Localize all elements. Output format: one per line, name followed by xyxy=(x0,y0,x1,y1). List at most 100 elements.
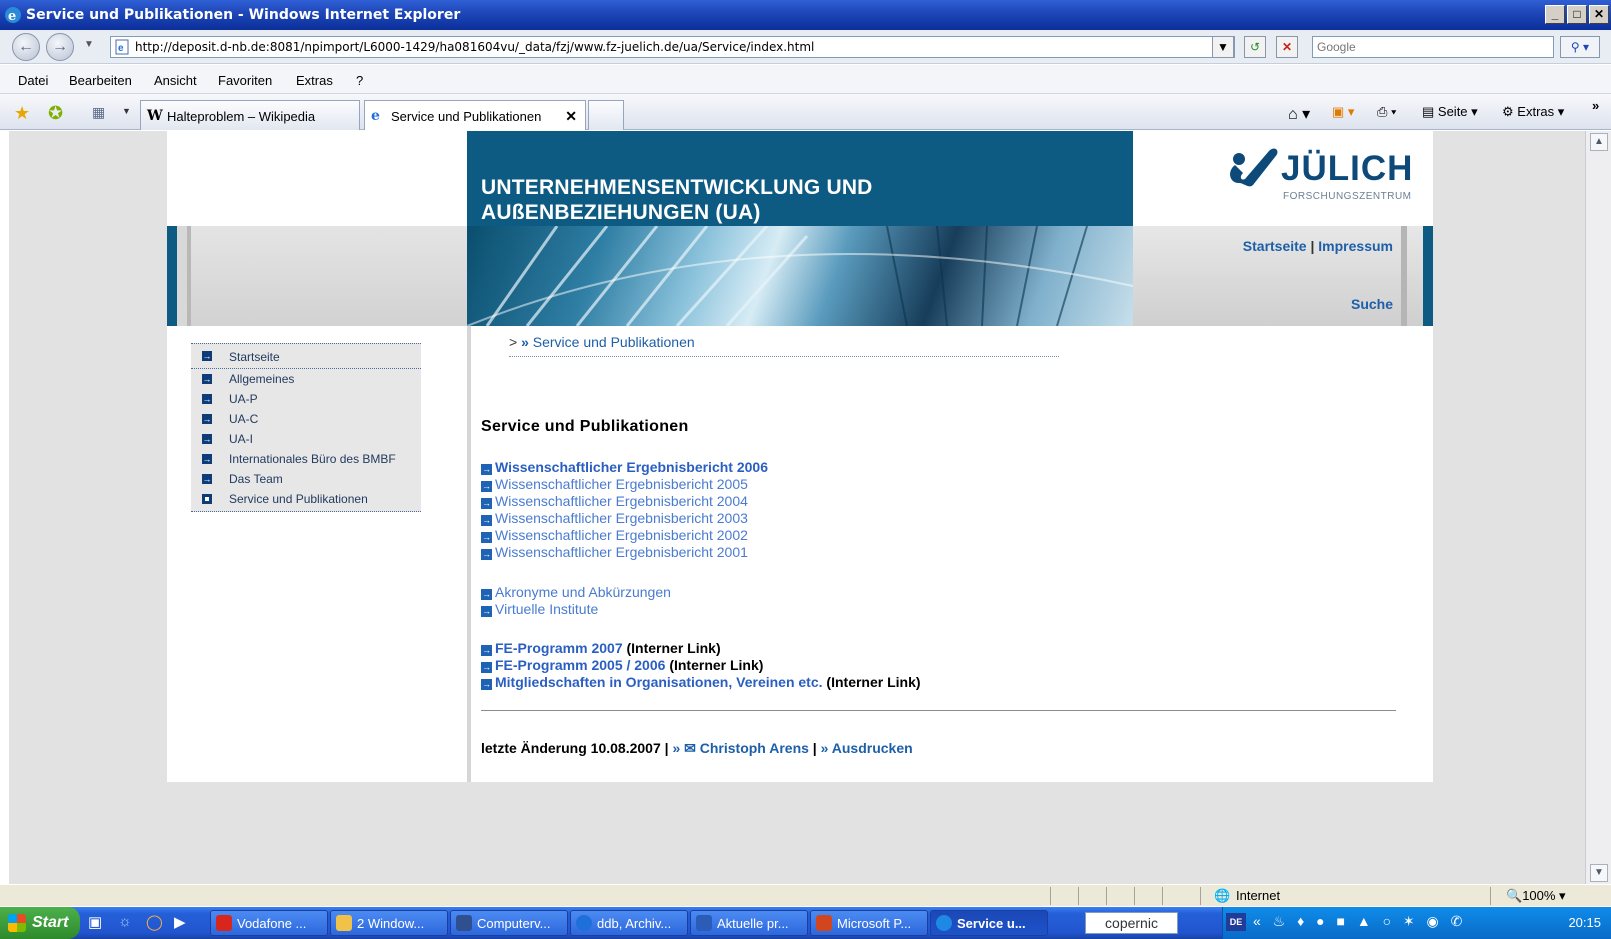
taskbar-ie-active[interactable]: Service u... xyxy=(930,910,1048,936)
ie-logo-icon: e xyxy=(5,7,21,24)
sidebar-item-ua-p[interactable]: → UA-P xyxy=(191,389,421,409)
search-link[interactable]: Suche xyxy=(1351,296,1393,312)
ie-quicklaunch-icon[interactable]: ☼ xyxy=(118,913,132,930)
history-dropdown-icon[interactable]: ▼ xyxy=(84,39,94,50)
back-button[interactable]: ← xyxy=(12,33,40,61)
desktop-icon[interactable]: ▣ xyxy=(88,913,102,931)
sidebar-item-startseite[interactable]: → Startseite xyxy=(191,344,421,369)
maximize-button[interactable]: □ xyxy=(1567,5,1587,24)
close-tab-icon[interactable]: ✕ xyxy=(565,108,577,125)
feeds-icon[interactable]: ▣ ▾ xyxy=(1332,104,1354,120)
tools-menu[interactable]: ⚙ Extras ▾ xyxy=(1502,104,1564,120)
stop-icon[interactable]: ✕ xyxy=(1276,36,1298,58)
start-button[interactable]: Start xyxy=(0,907,80,939)
vertical-scrollbar[interactable]: ▲ ▼ xyxy=(1585,131,1611,884)
tab-list-icon[interactable]: ▼ xyxy=(122,106,131,116)
report-link[interactable]: Wissenschaftlicher Ergebnisbericht 2005 xyxy=(495,476,748,492)
home-icon[interactable]: ⌂ ▾ xyxy=(1288,104,1310,124)
taskbar-powerpoint[interactable]: Microsoft P... xyxy=(810,910,928,936)
home-link[interactable]: Startseite xyxy=(1243,238,1307,254)
chevron-more-icon[interactable]: » xyxy=(1592,98,1599,113)
menu-tools[interactable]: Extras xyxy=(296,73,333,88)
taskbar-windows-group[interactable]: 2 Window... xyxy=(330,910,448,936)
zoom-level[interactable]: 🔍100% ▾ xyxy=(1506,888,1566,904)
list-item[interactable]: → Wissenschaftlicher Ergebnisbericht 2003 xyxy=(481,510,768,527)
sidebar-item-label: Das Team xyxy=(229,472,283,486)
tab-service[interactable]: e Service und Publikationen ✕ xyxy=(364,100,586,130)
minimize-button[interactable]: _ xyxy=(1545,5,1565,24)
address-field[interactable]: e http://deposit.d-nb.de:8081/npimport/L… xyxy=(110,36,1235,58)
clock[interactable]: 20:15 xyxy=(1568,915,1601,930)
internal-link[interactable]: FE-Programm 2007 xyxy=(495,640,623,656)
print-icon[interactable]: ⎙ ▾ xyxy=(1377,104,1396,120)
menu-view[interactable]: Ansicht xyxy=(154,73,197,88)
sidebar-item-ua-i[interactable]: → UA-I xyxy=(191,429,421,449)
forward-button[interactable]: → xyxy=(46,33,74,61)
start-label: Start xyxy=(32,914,69,931)
close-button[interactable]: ✕ xyxy=(1589,5,1609,24)
sidebar-item-ua-c[interactable]: → UA-C xyxy=(191,409,421,429)
menu-file[interactable]: Datei xyxy=(18,73,48,88)
wikipedia-icon: W xyxy=(147,108,163,124)
juelich-logo[interactable]: JÜLICH FORSCHUNGSZENTRUM xyxy=(1133,131,1433,226)
quick-tabs-icon[interactable]: ▦ xyxy=(92,104,105,121)
menu-edit[interactable]: Bearbeiten xyxy=(69,73,132,88)
arrow-right-icon: → xyxy=(202,454,212,464)
list-item[interactable]: → Akronyme und Abkürzungen xyxy=(481,584,671,601)
address-dropdown-icon[interactable]: ▼ xyxy=(1212,36,1234,58)
taskbar-computer[interactable]: Computerv... xyxy=(450,910,568,936)
print-link[interactable]: » Ausdrucken xyxy=(821,740,913,756)
media-quicklaunch-icon[interactable]: ▶ xyxy=(174,913,186,931)
taskbar-vodafone[interactable]: Vodafone ... xyxy=(210,910,328,936)
list-item[interactable]: → FE-Programm 2007 (Interner Link) xyxy=(481,640,921,657)
list-item[interactable]: → Wissenschaftlicher Ergebnisbericht 2004 xyxy=(481,493,768,510)
report-link[interactable]: Wissenschaftlicher Ergebnisbericht 2003 xyxy=(495,510,748,526)
favorites-star-icon[interactable]: ★ xyxy=(14,103,30,124)
internal-link[interactable]: Mitgliedschaften in Organisationen, Vere… xyxy=(495,674,823,690)
arrow-right-icon: → xyxy=(481,481,492,492)
list-item[interactable]: → Wissenschaftlicher Ergebnisbericht 2005 xyxy=(481,476,768,493)
list-item[interactable]: → Mitgliedschaften in Organisationen, Ver… xyxy=(481,674,921,691)
copernic-search-input[interactable]: copernic xyxy=(1085,912,1178,934)
internal-links-list: → FE-Programm 2007 (Interner Link) → FE-Pr… xyxy=(481,640,921,691)
search-input[interactable]: Google xyxy=(1312,36,1554,58)
arrow-right-icon: → xyxy=(202,474,212,484)
taskbar-ddb[interactable]: ddb, Archiv... xyxy=(570,910,688,936)
list-item[interactable]: → Wissenschaftlicher Ergebnisbericht 2006 xyxy=(481,459,768,476)
scroll-up-icon[interactable]: ▲ xyxy=(1590,133,1608,151)
sidebar-item-team[interactable]: → Das Team xyxy=(191,469,421,489)
page-menu[interactable]: ▤ Seite ▾ xyxy=(1422,104,1478,120)
report-link[interactable]: Wissenschaftlicher Ergebnisbericht 2006 xyxy=(495,459,768,475)
language-indicator[interactable]: DE xyxy=(1226,913,1246,931)
tools-menu-label: Extras xyxy=(1517,104,1555,119)
refresh-icon[interactable]: ↺ xyxy=(1244,36,1266,58)
tab-wikipedia[interactable]: W Halteproblem – Wikipedia xyxy=(140,100,360,130)
taskbar-word[interactable]: Aktuelle pr... xyxy=(690,910,808,936)
top-link-separator: | xyxy=(1310,238,1315,254)
new-tab-button[interactable] xyxy=(588,100,624,130)
list-item[interactable]: → Wissenschaftlicher Ergebnisbericht 2001 xyxy=(481,544,768,561)
search-button[interactable]: ⚲ ▾ xyxy=(1560,36,1600,58)
internal-link[interactable]: FE-Programm 2005 / 2006 xyxy=(495,657,665,673)
sidebar-item-bmbf[interactable]: → Internationales Büro des BMBF xyxy=(191,449,421,469)
sidebar-item-allgemeines[interactable]: → Allgemeines xyxy=(191,369,421,389)
scroll-down-icon[interactable]: ▼ xyxy=(1590,864,1608,882)
opera-quicklaunch-icon[interactable]: ◯ xyxy=(146,913,163,931)
report-link[interactable]: Wissenschaftlicher Ergebnisbericht 2001 xyxy=(495,544,748,560)
report-link[interactable]: Wissenschaftlicher Ergebnisbericht 2004 xyxy=(495,493,748,509)
list-item[interactable]: → FE-Programm 2005 / 2006 (Interner Link) xyxy=(481,657,921,674)
tray-icons[interactable]: « ♨ ♦ ● ■ ▲ ○ ✶ ◉ ✆ xyxy=(1253,913,1466,930)
misc-links-list: → Akronyme und Abkürzungen → Virtuelle Ins… xyxy=(481,584,671,618)
contact-link[interactable]: » ✉ Christoph Arens xyxy=(672,740,808,756)
breadcrumb-current[interactable]: Service und Publikationen xyxy=(533,334,695,350)
sidebar-item-service[interactable]: Service und Publikationen xyxy=(191,489,421,511)
menu-favorites[interactable]: Favoriten xyxy=(218,73,272,88)
virtual-institutes-link[interactable]: Virtuelle Institute xyxy=(495,601,598,617)
acronyms-link[interactable]: Akronyme und Abkürzungen xyxy=(495,584,671,600)
imprint-link[interactable]: Impressum xyxy=(1318,238,1393,254)
list-item[interactable]: → Wissenschaftlicher Ergebnisbericht 2002 xyxy=(481,527,768,544)
menu-help[interactable]: ? xyxy=(356,73,363,88)
report-link[interactable]: Wissenschaftlicher Ergebnisbericht 2002 xyxy=(495,527,748,543)
list-item[interactable]: → Virtuelle Institute xyxy=(481,601,671,618)
add-favorite-icon[interactable]: ✪ xyxy=(48,103,63,124)
